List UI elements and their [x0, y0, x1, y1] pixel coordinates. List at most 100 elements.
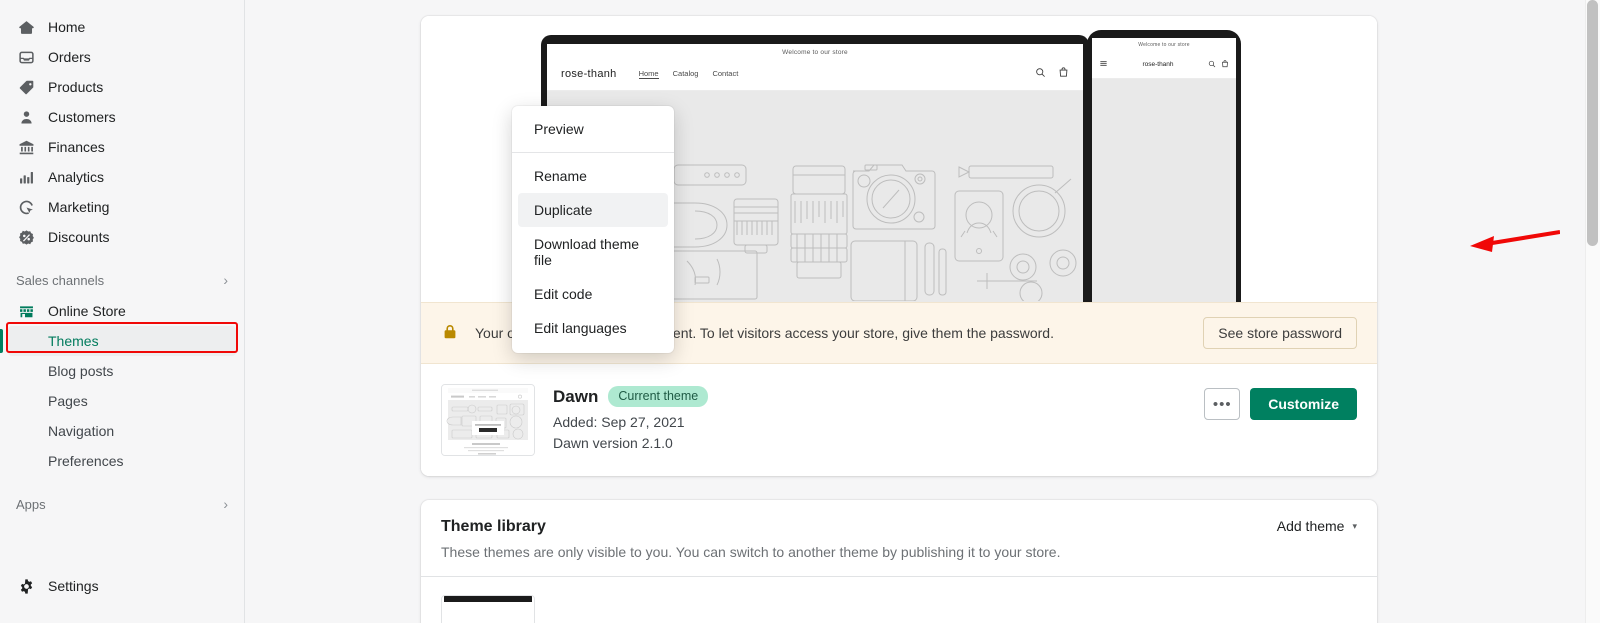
home-icon — [16, 17, 36, 37]
sidebar-item-label: Settings — [48, 578, 99, 594]
page-scrollbar-thumb[interactable] — [1587, 0, 1598, 246]
storefront-logo: rose-thanh — [561, 68, 617, 80]
cart-icon[interactable] — [1058, 65, 1069, 83]
theme-library-row — [421, 577, 1377, 623]
add-theme-label: Add theme — [1276, 518, 1345, 534]
storefront-nav-catalog[interactable]: Catalog — [673, 69, 699, 79]
theme-library-card: Theme library Add theme ▾ These themes a… — [421, 500, 1377, 623]
mobile-hero-illustration — [1092, 79, 1236, 302]
chevron-right-icon: › — [223, 496, 228, 512]
customize-button[interactable]: Customize — [1250, 388, 1357, 420]
menu-item-duplicate[interactable]: Duplicate — [518, 193, 668, 227]
storefront-header: rose-thanh Home Catalog Contact — [547, 60, 1083, 91]
sidebar-settings-container: Settings — [0, 571, 244, 601]
cart-icon[interactable] — [1221, 55, 1229, 73]
sidebar-item-preferences[interactable]: Preferences — [8, 446, 236, 476]
menu-item-edit-code[interactable]: Edit code — [518, 277, 668, 311]
library-theme-thumbnail[interactable] — [441, 595, 535, 623]
sidebar-subitem-label: Preferences — [48, 453, 124, 469]
discounts-percent-icon — [16, 227, 36, 247]
sidebar-item-label: Home — [48, 19, 86, 35]
sidebar-item-discounts[interactable]: Discounts — [8, 222, 236, 252]
storefront-nav-home[interactable]: Home — [638, 69, 659, 79]
search-icon[interactable] — [1035, 65, 1046, 83]
storefront-nav: Home Catalog Contact — [638, 69, 738, 79]
sidebar-item-home[interactable]: Home — [8, 12, 236, 42]
sidebar-item-label: Analytics — [48, 169, 105, 185]
theme-library-title-row: Theme library Add theme ▾ — [441, 518, 1357, 536]
sidebar-item-label: Products — [48, 79, 104, 95]
storefront-icon — [16, 301, 36, 321]
orders-icon — [16, 47, 36, 67]
sidebar-subitem-label: Navigation — [48, 423, 115, 439]
sidebar-item-label: Orders — [48, 49, 91, 65]
shopify-admin-themes-page: Home Orders Products Customers Finances — [0, 0, 1600, 623]
current-theme-meta: Dawn Current theme Added: Sep 27, 2021 D… — [553, 384, 709, 454]
sidebar-item-products[interactable]: Products — [8, 72, 236, 102]
menu-separator — [512, 152, 674, 153]
mobile-announcement-bar: Welcome to our store — [1092, 38, 1236, 51]
current-theme-row: Dawn Current theme Added: Sep 27, 2021 D… — [421, 364, 1377, 476]
sidebar-item-pages[interactable]: Pages — [8, 386, 236, 416]
products-tag-icon — [16, 77, 36, 97]
theme-library-description: These themes are only visible to you. Yo… — [441, 544, 1061, 560]
sidebar-item-analytics[interactable]: Analytics — [8, 162, 236, 192]
mobile-header-icons — [1208, 55, 1229, 73]
customers-person-icon — [16, 107, 36, 127]
lock-icon — [441, 323, 461, 343]
theme-name: Dawn — [553, 386, 599, 406]
sidebar-item-marketing[interactable]: Marketing — [8, 192, 236, 222]
sidebar-item-label: Online Store — [48, 303, 126, 319]
storefront-nav-contact[interactable]: Contact — [712, 69, 738, 79]
current-theme-thumbnail[interactable] — [441, 384, 535, 456]
page-scrollbar[interactable] — [1585, 0, 1600, 623]
sidebar-group-label: Sales channels — [16, 272, 105, 288]
chevron-right-icon: › — [223, 272, 228, 288]
status-badge: Current theme — [608, 386, 709, 408]
menu-item-download-theme-file[interactable]: Download theme file — [518, 227, 668, 277]
theme-library-header: Theme library Add theme ▾ These themes a… — [421, 500, 1377, 576]
mobile-storefront-logo: rose-thanh — [1142, 60, 1174, 68]
sidebar-item-label: Customers — [48, 109, 116, 125]
chevron-down-icon: ▾ — [1352, 520, 1357, 531]
mobile-preview-screen: Welcome to our store rose-thanh — [1092, 38, 1236, 302]
sidebar-item-label: Finances — [48, 139, 105, 155]
gear-icon — [16, 576, 36, 596]
sidebar-item-orders[interactable]: Orders — [8, 42, 236, 72]
add-theme-button[interactable]: Add theme ▾ — [1277, 518, 1357, 534]
mobile-preview-frame[interactable]: Welcome to our store rose-thanh — [1087, 30, 1241, 302]
storefront-header-icons — [1035, 65, 1069, 83]
annotation-arrow-duplicate — [1470, 230, 1560, 252]
analytics-bars-icon — [16, 167, 36, 187]
main-content: Welcome to our store rose-thanh Home Cat… — [245, 0, 1600, 623]
theme-library-title: Theme library — [441, 518, 546, 535]
sidebar-subitem-label: Pages — [48, 393, 88, 409]
sidebar-item-navigation[interactable]: Navigation — [8, 416, 236, 446]
main-sidebar: Home Orders Products Customers Finances — [0, 0, 245, 623]
sidebar-group-apps[interactable]: Apps › — [8, 490, 236, 518]
sidebar-item-label: Marketing — [48, 199, 110, 215]
sidebar-subitem-label: Blog posts — [48, 363, 114, 379]
theme-row-actions: ••• Customize — [1204, 384, 1357, 420]
sidebar-subitem-label: Themes — [48, 333, 99, 349]
search-icon[interactable] — [1208, 55, 1216, 73]
theme-more-actions-button[interactable]: ••• — [1204, 388, 1241, 420]
see-store-password-button[interactable]: See store password — [1203, 317, 1357, 349]
menu-item-rename[interactable]: Rename — [518, 159, 668, 193]
menu-item-edit-languages[interactable]: Edit languages — [518, 311, 668, 345]
sidebar-item-label: Discounts — [48, 229, 110, 245]
sidebar-item-settings[interactable]: Settings — [8, 571, 236, 601]
finances-bank-icon — [16, 137, 36, 157]
sidebar-group-label: Apps — [16, 496, 46, 512]
sidebar-item-blog-posts[interactable]: Blog posts — [8, 356, 236, 386]
sidebar-item-customers[interactable]: Customers — [8, 102, 236, 132]
theme-title-row: Dawn Current theme — [553, 386, 709, 408]
menu-item-preview[interactable]: Preview — [518, 112, 668, 146]
sidebar-group-sales-channels[interactable]: Sales channels › — [8, 266, 236, 294]
sidebar-item-themes[interactable]: Themes — [0, 326, 236, 356]
sidebar-item-finances[interactable]: Finances — [8, 132, 236, 162]
theme-added-date: Added: Sep 27, 2021 — [553, 414, 685, 431]
hamburger-menu-icon[interactable] — [1099, 55, 1108, 73]
sidebar-item-online-store[interactable]: Online Store — [8, 296, 236, 326]
storefront-announcement-bar: Welcome to our store — [547, 44, 1083, 60]
